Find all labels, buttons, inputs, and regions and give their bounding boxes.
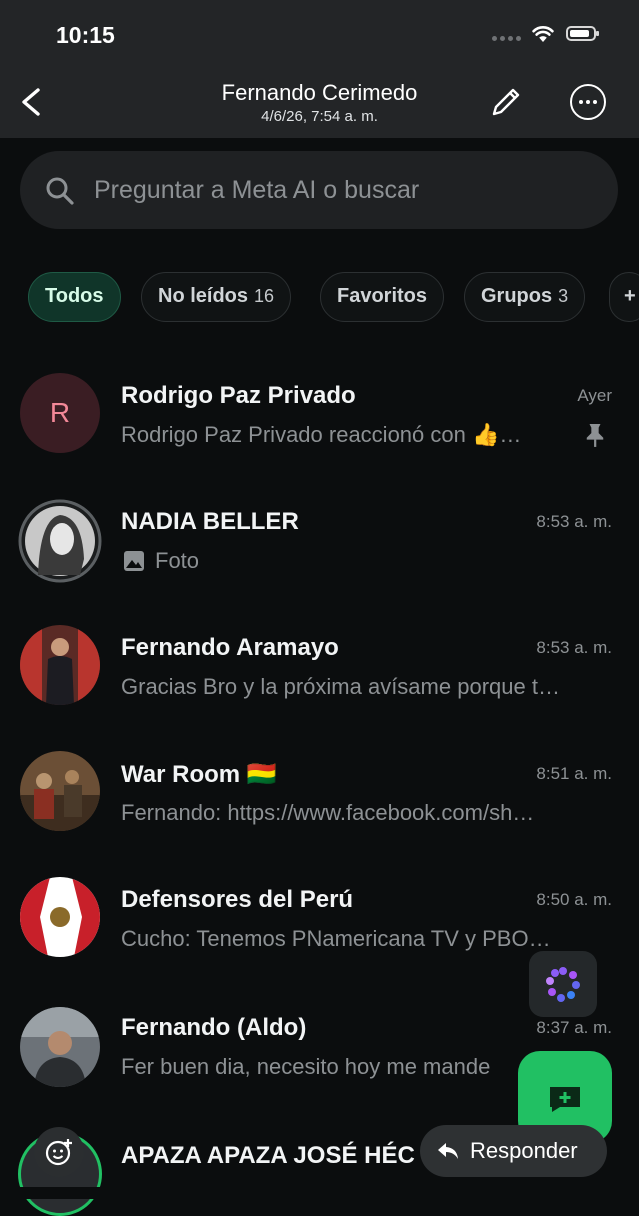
avatar: R: [20, 373, 100, 453]
add-filter-icon: +: [624, 285, 636, 307]
signal-icon: [492, 36, 522, 42]
chat-name: Fernando (Aldo): [121, 1014, 307, 1041]
chat-time: 8:51 a. m.: [536, 764, 612, 783]
search-icon: [46, 177, 74, 205]
filter-label: No leídos: [158, 285, 249, 307]
chat-time: 8:53 a. m.: [536, 638, 612, 657]
chat-time: 8:37 a. m.: [536, 1018, 612, 1037]
chat-name: Fernando Aramayo: [121, 634, 339, 661]
chat-time: Ayer: [577, 386, 612, 405]
meta-ai-button[interactable]: [529, 951, 597, 1017]
chat-preview: Foto: [155, 548, 200, 573]
chat-time: 8:53 a. m.: [536, 512, 612, 531]
chat-preview: Cucho: Tenemos PNamericana TV y PBO…: [121, 926, 551, 951]
emoji-add-icon: [45, 1139, 72, 1166]
photo-icon: [124, 551, 144, 571]
chat-row[interactable]: War Room 🇧🇴 8:51 a. m. Fernando: https:/…: [0, 728, 639, 854]
emoji-button[interactable]: [34, 1127, 84, 1177]
meta-ai-icon: [546, 967, 580, 1002]
status-time: 10:15: [56, 22, 115, 48]
more-options-button[interactable]: [570, 84, 606, 120]
chat-preview: Fernando: https://www.facebook.com/sh…: [121, 800, 535, 825]
chat-row[interactable]: R Rodrigo Paz Privado Ayer Rodrigo Paz P…: [0, 350, 639, 476]
filter-chip-todos[interactable]: Todos: [28, 272, 121, 322]
filter-chip-add[interactable]: +: [609, 272, 639, 322]
chat-row[interactable]: Fernando Aramayo 8:53 a. m. Gracias Bro …: [0, 602, 639, 728]
pin-icon: [586, 424, 604, 447]
filter-chip-no-leidos[interactable]: No leídos 16: [141, 272, 292, 322]
chat-preview: Rodrigo Paz Privado reaccionó con 👍…: [121, 422, 522, 447]
avatar: [20, 625, 100, 705]
chat-name: APAZA APAZA JOSÉ HÉC: [121, 1142, 415, 1169]
search-placeholder: Preguntar a Meta AI o buscar: [94, 176, 420, 204]
avatar: [20, 877, 100, 957]
search-bar[interactable]: Preguntar a Meta AI o buscar: [20, 151, 618, 229]
reply-label: Responder: [470, 1138, 578, 1163]
top-bar: 10:15 Fernando Cerimedo 4/6/26, 7:54 a. …: [0, 0, 639, 138]
chat-preview: Gracias Bro y la próxima avísame porque …: [121, 674, 560, 699]
chat-row[interactable]: NADIA BELLER 8:53 a. m. Foto: [0, 476, 639, 602]
battery-icon: [566, 26, 599, 41]
reply-icon: [438, 1143, 458, 1159]
avatar: [20, 751, 100, 831]
wifi-icon: [532, 26, 554, 42]
avatar: [20, 1007, 100, 1087]
chat-name: Defensores del Perú: [121, 886, 354, 913]
filter-count: 3: [558, 286, 569, 306]
chat-name: NADIA BELLER: [121, 508, 299, 535]
bottom-strip: [0, 1187, 639, 1199]
chat-title[interactable]: Fernando Cerimedo: [0, 80, 639, 106]
filter-chip-grupos[interactable]: Grupos 3: [464, 272, 586, 322]
chat-time: 8:50 a. m.: [536, 890, 612, 909]
filter-chip-favoritos[interactable]: Favoritos: [320, 272, 445, 322]
chat-preview: Fer buen dia, necesito hoy me mande: [121, 1054, 491, 1079]
filter-label: Todos: [45, 285, 104, 307]
filter-count: 16: [254, 286, 275, 306]
avatar: [18, 499, 102, 583]
filter-chips: Todos No leídos 16 Favoritos Grupos 3 +: [0, 272, 639, 324]
chat-name: War Room 🇧🇴: [121, 761, 277, 788]
chat-name: Rodrigo Paz Privado: [121, 382, 356, 409]
chat-subtitle: 4/6/26, 7:54 a. m.: [261, 108, 378, 125]
reply-button[interactable]: Responder: [420, 1125, 607, 1177]
new-chat-icon: [550, 1087, 580, 1112]
status-bar: 10:15: [0, 0, 639, 70]
filter-label: Grupos: [481, 285, 553, 307]
edit-icon[interactable]: [490, 86, 522, 118]
filter-label: Favoritos: [337, 285, 428, 307]
